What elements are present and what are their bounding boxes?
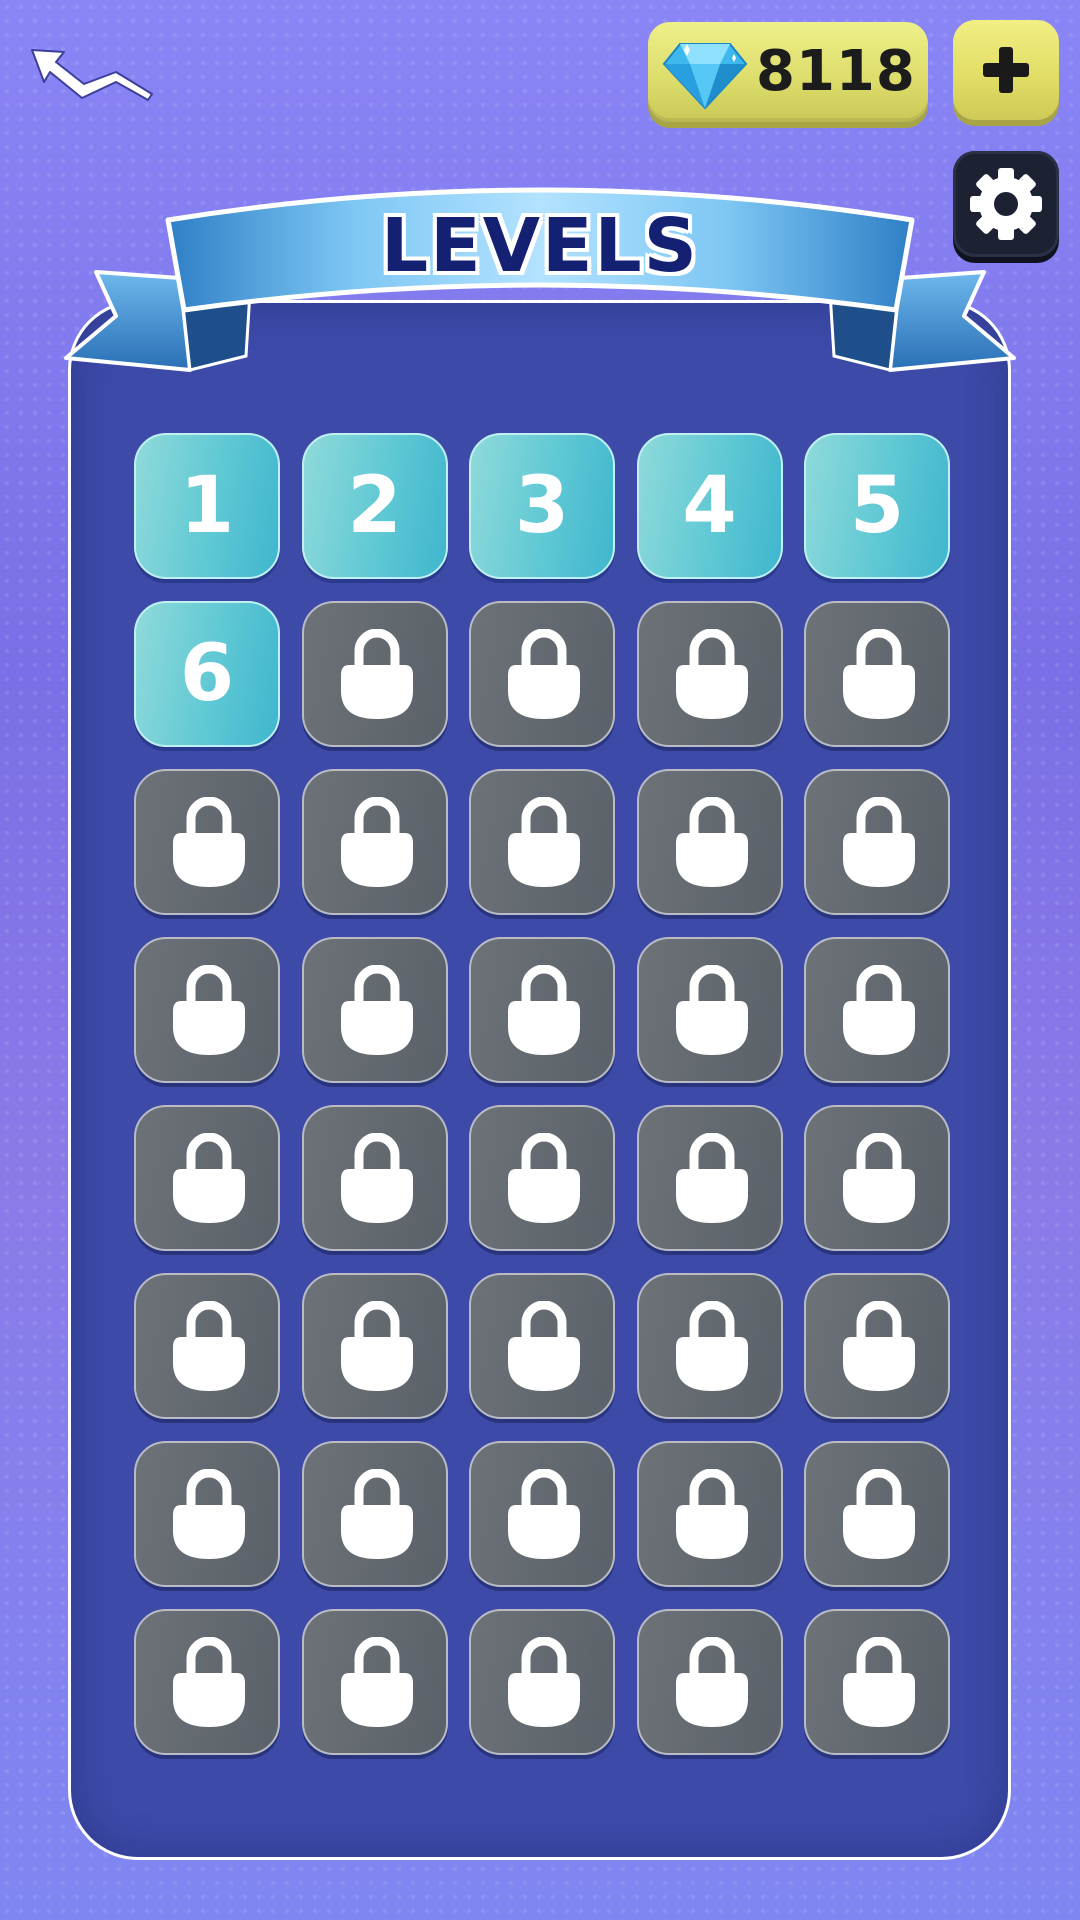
level-tile-locked[interactable] [469,1441,615,1587]
level-number: 3 [514,461,570,551]
lock-icon [508,965,580,1055]
level-tile[interactable]: 5 [804,433,950,579]
level-tile-locked[interactable] [469,1105,615,1251]
level-tile-locked[interactable] [134,1609,280,1755]
level-tile-locked[interactable] [301,601,448,747]
level-number: 5 [849,461,905,551]
level-tile-locked[interactable] [804,1441,950,1587]
gem-count: 8118 [756,39,916,104]
lock-icon [173,1301,245,1391]
level-number: 4 [682,461,737,551]
lock-icon [508,629,580,719]
lock-icon [173,965,245,1055]
level-tile-locked[interactable] [469,1609,615,1755]
lock-icon [173,1469,245,1559]
add-gems-button[interactable] [953,20,1059,120]
lock-icon [675,1469,748,1559]
level-tile-locked[interactable] [804,937,950,1083]
lock-icon [508,1637,580,1727]
lock-icon [675,797,748,887]
lock-icon [508,1469,580,1559]
level-tile-locked[interactable] [804,1609,950,1755]
lock-icon [340,1637,413,1727]
lock-icon [675,965,748,1055]
level-tile[interactable]: 6 [134,601,280,747]
level-tile-locked[interactable] [134,769,280,915]
level-tile-locked[interactable] [804,601,950,747]
lock-icon [340,797,413,887]
level-tile-locked[interactable] [301,1105,448,1251]
level-tile-locked[interactable] [301,1273,448,1419]
level-tile-locked[interactable] [134,1273,280,1419]
level-tile-locked[interactable] [134,1441,280,1587]
lock-icon [675,1301,748,1391]
level-tile-locked[interactable] [469,601,615,747]
lock-icon [340,629,413,719]
level-tile-locked[interactable] [469,937,615,1083]
diamond-icon [662,43,748,110]
level-tile-locked[interactable] [636,769,783,915]
level-number: 6 [179,629,235,719]
level-tile-locked[interactable] [804,1273,950,1419]
lock-icon [173,1637,245,1727]
level-tile-locked[interactable] [134,1105,280,1251]
lock-icon [340,1133,413,1223]
back-button[interactable] [24,42,164,112]
level-tile-locked[interactable] [469,769,615,915]
lock-icon [508,1301,580,1391]
level-tile[interactable]: 4 [636,433,783,579]
level-tile[interactable]: 1 [134,433,280,579]
lock-icon [843,1637,915,1727]
back-arrow-icon [31,49,153,101]
level-tile[interactable]: 3 [469,433,615,579]
lock-icon [340,1469,413,1559]
lock-icon [340,1301,413,1391]
lock-icon [843,629,915,719]
lock-icon [843,965,915,1055]
lock-icon [843,1301,915,1391]
lock-icon [843,1469,915,1559]
lock-icon [675,1133,748,1223]
level-tile-locked[interactable] [636,1273,783,1419]
level-tile-locked[interactable] [636,937,783,1083]
lock-icon [173,797,245,887]
level-tile-locked[interactable] [134,937,280,1083]
level-tile[interactable]: 2 [301,433,448,579]
lock-icon [843,797,915,887]
level-tile-locked[interactable] [301,1441,448,1587]
level-tile-locked[interactable] [301,937,448,1083]
level-tile-locked[interactable] [301,1609,448,1755]
lock-icon [508,797,580,887]
level-tile-locked[interactable] [804,1105,950,1251]
level-number: 1 [179,461,235,551]
gem-counter: 8118 [648,22,928,122]
lock-icon [843,1133,915,1223]
lock-icon [675,629,748,719]
level-tile-locked[interactable] [636,601,783,747]
level-tile-locked[interactable] [636,1441,783,1587]
lock-icon [675,1637,748,1727]
level-tile-locked[interactable] [636,1609,783,1755]
level-tile-locked[interactable] [301,769,448,915]
level-number: 2 [347,461,402,551]
page-title: LEVELS [381,203,699,289]
lock-icon [340,965,413,1055]
level-tile-locked[interactable] [636,1105,783,1251]
lock-icon [173,1133,245,1223]
level-tile-locked[interactable] [804,769,950,915]
lock-icon [508,1133,580,1223]
plus-icon [983,47,1029,93]
level-tile-locked[interactable] [469,1273,615,1419]
